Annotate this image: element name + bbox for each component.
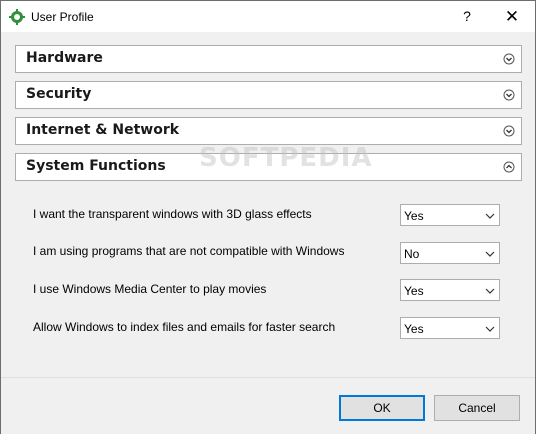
option-label-incompatible-programs: I am using programs that are not compati… [33,244,345,258]
app-gear-icon [9,9,25,25]
select-value: No [404,247,420,261]
chevron-down-icon[interactable] [503,89,515,101]
media-center-select[interactable]: Yes [400,279,500,301]
select-value: Yes [404,284,424,298]
section-internet-network[interactable]: Internet & Network [15,117,522,145]
section-security[interactable]: Security [15,81,522,109]
section-title: Internet & Network [26,122,180,138]
section-title: Security [26,86,92,102]
section-title: Hardware [26,50,103,66]
user-profile-window: User Profile ? ✕ Hardware Security Inter… [0,0,536,434]
window-title: User Profile [31,10,94,24]
cancel-button[interactable]: Cancel [434,395,520,421]
dialog-footer: OK Cancel [1,377,535,434]
option-label-glass-effects: I want the transparent windows with 3D g… [33,207,312,221]
chevron-down-icon [485,210,495,220]
indexing-select[interactable]: Yes [400,317,500,339]
option-label-media-center: I use Windows Media Center to play movie… [33,282,267,296]
glass-effects-select[interactable]: Yes [400,204,500,226]
section-hardware[interactable]: Hardware [15,45,522,73]
section-title: System Functions [26,158,166,174]
incompatible-programs-select[interactable]: No [400,242,500,264]
help-button[interactable]: ? [444,1,490,32]
option-label-indexing: Allow Windows to index files and emails … [33,320,336,334]
chevron-down-icon [485,323,495,333]
watermark-text: SOFTPEDIA [199,143,373,173]
content-area: Hardware Security Internet & Network Sys… [1,32,535,377]
chevron-down-icon [485,285,495,295]
select-value: Yes [404,209,424,223]
chevron-down-icon[interactable] [503,125,515,137]
close-button[interactable]: ✕ [489,1,535,32]
chevron-down-icon [485,248,495,258]
select-value: Yes [404,322,424,336]
chevron-up-icon[interactable] [503,161,515,173]
chevron-down-icon[interactable] [503,53,515,65]
title-bar[interactable]: User Profile ? ✕ [1,1,535,32]
ok-button[interactable]: OK [339,395,425,421]
